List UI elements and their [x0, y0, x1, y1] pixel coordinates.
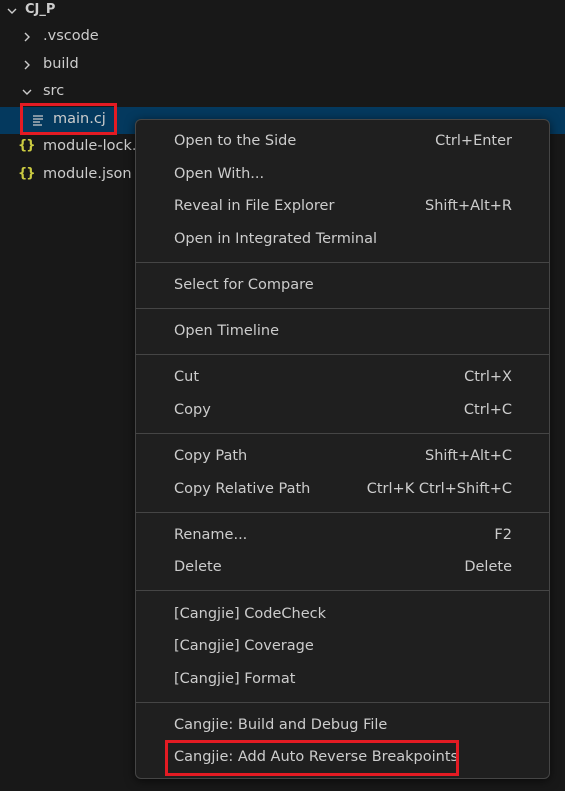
- menu-item-shortcut: Ctrl+C: [463, 402, 512, 418]
- menu-item-label: Cangjie: Build and Debug File: [174, 717, 388, 733]
- tree-item-label: build: [43, 56, 79, 72]
- menu-item-cangjie-build-debug[interactable]: Cangjie: Build and Debug File: [136, 711, 549, 743]
- menu-separator: [136, 590, 549, 591]
- menu-item-shortcut: Shift+Alt+R: [425, 198, 512, 214]
- workspace-root-label: CJ_P: [25, 2, 56, 17]
- menu-separator: [136, 433, 549, 434]
- menu-item-label: Copy: [174, 402, 211, 418]
- menu-item-copy[interactable]: Copy Ctrl+C: [136, 396, 549, 428]
- menu-item-open-to-side[interactable]: Open to the Side Ctrl+Enter: [136, 127, 549, 159]
- json-braces-icon: {}: [18, 138, 35, 153]
- menu-item-shortcut: Shift+Alt+C: [424, 448, 512, 464]
- menu-item-open-timeline[interactable]: Open Timeline: [136, 317, 549, 349]
- tree-item-label: src: [43, 83, 65, 99]
- menu-item-label: Open in Integrated Terminal: [174, 231, 377, 247]
- menu-item-label: [Cangjie] Coverage: [174, 638, 314, 654]
- chevron-down-icon: [22, 89, 32, 95]
- menu-item-cut[interactable]: Cut Ctrl+X: [136, 363, 549, 395]
- tree-item-src[interactable]: src: [0, 79, 565, 106]
- menu-separator: [136, 308, 549, 309]
- tree-item-build[interactable]: build: [0, 52, 565, 79]
- menu-item-shortcut: Delete: [464, 559, 512, 575]
- chevron-down-icon: [7, 8, 17, 14]
- menu-item-label: Copy Path: [174, 448, 248, 464]
- tree-item-label: module.json: [43, 166, 132, 182]
- menu-item-rename[interactable]: Rename... F2: [136, 521, 549, 553]
- menu-item-reveal-in-explorer[interactable]: Reveal in File Explorer Shift+Alt+R: [136, 192, 549, 224]
- chevron-right-icon: [24, 60, 30, 70]
- menu-item-label: [Cangjie] CodeCheck: [174, 606, 327, 622]
- menu-item-label: Open to the Side: [174, 133, 297, 149]
- menu-item-cangjie-coverage[interactable]: [Cangjie] Coverage: [136, 632, 549, 664]
- menu-item-label: [Cangjie] Format: [174, 671, 296, 687]
- menu-item-label: Rename...: [174, 527, 248, 543]
- workspace-root[interactable]: CJ_P: [0, 0, 565, 22]
- context-menu: Open to the Side Ctrl+Enter Open With...…: [135, 119, 550, 779]
- menu-item-label: Cut: [174, 369, 199, 385]
- menu-item-label: Select for Compare: [174, 277, 314, 293]
- menu-separator: [136, 354, 549, 355]
- menu-item-label: Delete: [174, 559, 222, 575]
- menu-item-copy-path[interactable]: Copy Path Shift+Alt+C: [136, 442, 549, 474]
- tree-item-vscode[interactable]: .vscode: [0, 24, 565, 51]
- annotation-highlight-add-reverse-breakpoints: [165, 740, 459, 776]
- menu-item-label: Copy Relative Path: [174, 481, 311, 497]
- menu-item-shortcut: F2: [494, 527, 512, 543]
- menu-item-shortcut: Ctrl+Enter: [435, 133, 512, 149]
- menu-item-select-for-compare[interactable]: Select for Compare: [136, 271, 549, 303]
- menu-separator: [136, 512, 549, 513]
- menu-item-label: Open With...: [174, 166, 265, 182]
- menu-item-copy-relative-path[interactable]: Copy Relative Path Ctrl+K Ctrl+Shift+C: [136, 475, 549, 507]
- menu-item-label: Reveal in File Explorer: [174, 198, 335, 214]
- menu-item-open-in-terminal[interactable]: Open in Integrated Terminal: [136, 225, 549, 257]
- menu-item-cangjie-codecheck[interactable]: [Cangjie] CodeCheck: [136, 600, 549, 632]
- menu-item-open-with[interactable]: Open With...: [136, 160, 549, 192]
- chevron-right-icon: [24, 32, 30, 42]
- menu-item-label: Open Timeline: [174, 323, 279, 339]
- menu-item-shortcut: Ctrl+X: [464, 369, 512, 385]
- menu-item-cangjie-format[interactable]: [Cangjie] Format: [136, 665, 549, 697]
- menu-separator: [136, 702, 549, 703]
- annotation-highlight-main-cj: [20, 103, 117, 135]
- tree-item-label: .vscode: [43, 28, 99, 44]
- menu-item-delete[interactable]: Delete Delete: [136, 553, 549, 585]
- json-braces-icon: {}: [18, 166, 35, 181]
- menu-separator: [136, 262, 549, 263]
- menu-item-shortcut: Ctrl+K Ctrl+Shift+C: [366, 481, 512, 497]
